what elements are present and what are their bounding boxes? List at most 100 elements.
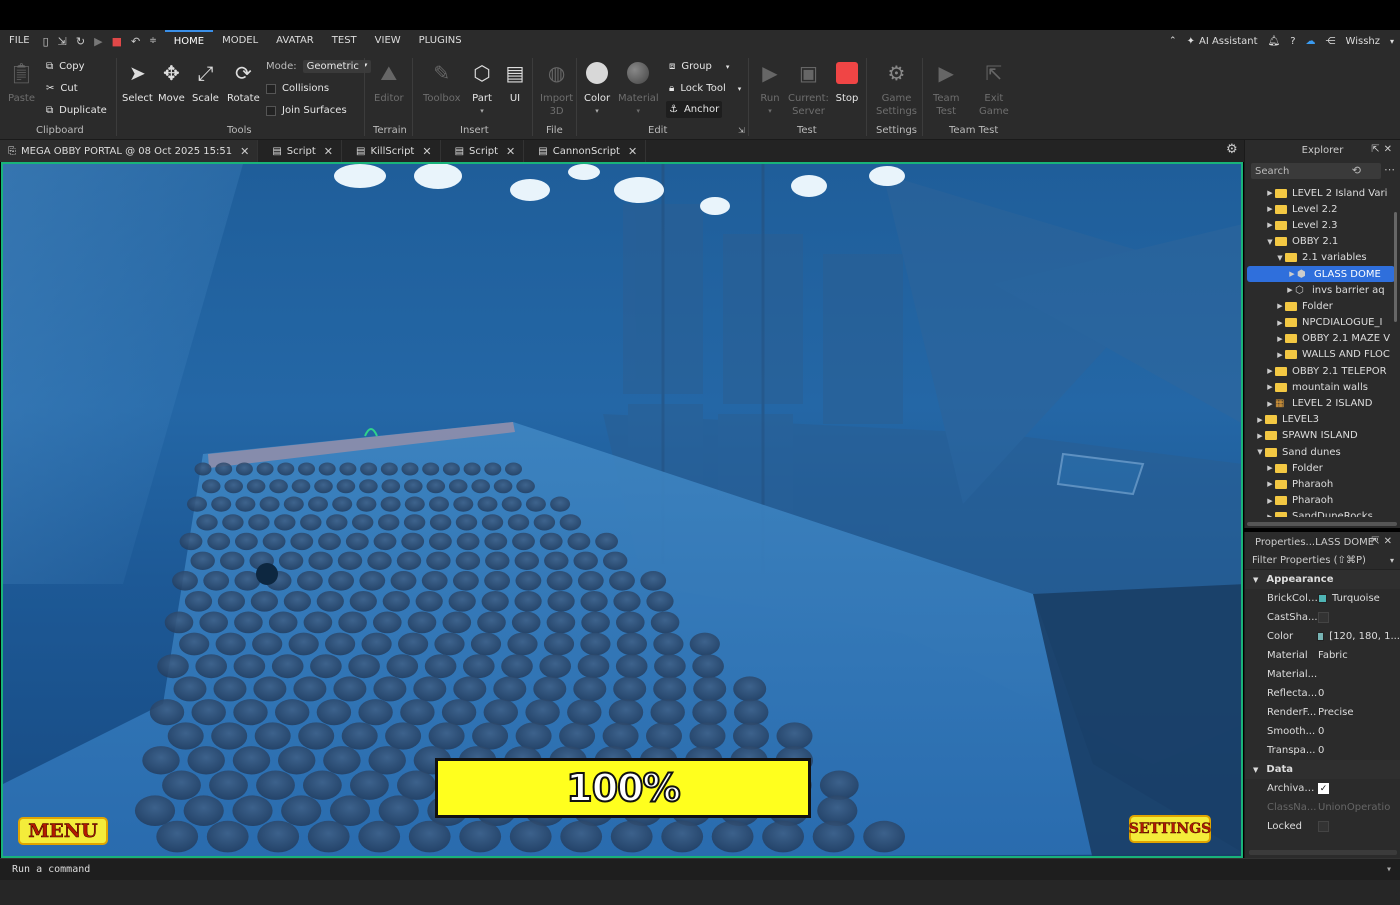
tree-item[interactable]: ▶ ⬡ invs barrier aq <box>1245 282 1395 298</box>
tab-place[interactable]: ⎘ MEGA OBBY PORTAL @ 08 Oct 2025 15:51 ✕ <box>0 140 259 162</box>
group-button[interactable]: ⧈ Group ▾ <box>669 61 729 72</box>
game-viewport[interactable]: 100% MENU SETTINGS <box>1 162 1243 858</box>
tab-view[interactable]: VIEW <box>366 30 410 52</box>
chevron-right-icon[interactable]: ▶ <box>1265 205 1275 213</box>
chevron-down-icon[interactable]: ▾ <box>1386 864 1392 875</box>
tree-item[interactable]: ▶ Pharaoh <box>1245 493 1395 509</box>
property-value[interactable]: UnionOperatio <box>1318 802 1390 813</box>
tree-item[interactable]: ▶ OBBY 2.1 TELEPOR <box>1245 363 1395 379</box>
panel-controls[interactable]: ⇱✕ <box>1371 536 1396 547</box>
property-category[interactable]: ▼ Data <box>1245 760 1400 779</box>
chevron-down-icon[interactable]: ▼ <box>1265 238 1275 246</box>
exit-game-button[interactable]: ⇱ Exit Game <box>979 60 1009 118</box>
property-value[interactable]: Fabric <box>1318 650 1348 661</box>
duplicate-button[interactable]: ⧉ Duplicate <box>46 105 107 116</box>
chevron-right-icon[interactable]: ▶ <box>1275 335 1285 343</box>
property-row[interactable]: Transpa... 0 <box>1245 741 1400 760</box>
chevron-right-icon[interactable]: ▶ <box>1265 383 1275 391</box>
ai-assistant-button[interactable]: AI Assistant <box>1199 36 1258 47</box>
chevron-right-icon[interactable]: ▶ <box>1287 270 1297 278</box>
tree-item[interactable]: ▶ WALLS AND FLOC <box>1245 347 1395 363</box>
current-server-button[interactable]: ▣ Current: Server <box>788 60 829 118</box>
tree-item[interactable]: ▶ OBBY 2.1 MAZE V <box>1245 331 1395 347</box>
chevron-right-icon[interactable]: ▶ <box>1265 497 1275 505</box>
tree-item[interactable]: ▶ mountain walls <box>1245 379 1395 395</box>
more-icon[interactable]: ⋯ <box>1384 163 1395 176</box>
gear-icon[interactable]: ⚙ <box>1226 142 1238 157</box>
tree-item[interactable]: ▶ Folder <box>1245 460 1395 476</box>
property-row[interactable]: Locked <box>1245 817 1400 836</box>
property-row[interactable]: Material Fabric <box>1245 646 1400 665</box>
stop-button[interactable]: Stop <box>834 60 860 105</box>
tree-item[interactable]: ▼ Sand dunes <box>1245 444 1395 460</box>
undo-icon[interactable]: ↶ <box>131 35 140 48</box>
property-row[interactable]: Reflecta... 0 <box>1245 684 1400 703</box>
copy-button[interactable]: ⧉ Copy <box>46 61 85 72</box>
notification-icon[interactable]: 🔔︎ <box>1268 36 1281 47</box>
checkbox[interactable] <box>1318 821 1329 832</box>
tab-script-2[interactable]: ▤ Script ✕ <box>441 140 525 162</box>
chevron-right-icon[interactable]: ▶ <box>1275 319 1285 327</box>
close-icon[interactable]: ✕ <box>506 145 515 158</box>
file-menu[interactable]: FILE <box>0 30 39 52</box>
scale-tool[interactable]: ⤢ Scale <box>192 60 219 105</box>
property-row[interactable]: Color [120, 180, 1... <box>1245 627 1400 646</box>
move-tool[interactable]: ✥ Move <box>158 60 185 105</box>
cloud-icon[interactable]: ☁ <box>1306 36 1316 47</box>
property-value[interactable]: 0 <box>1318 745 1324 756</box>
explorer-scrollbar[interactable] <box>1394 212 1397 322</box>
chevron-right-icon[interactable]: ▶ <box>1255 416 1265 424</box>
share-icon[interactable]: ⋲ <box>1326 36 1336 47</box>
color-swatch[interactable] <box>1316 632 1325 641</box>
tab-home[interactable]: HOME <box>164 30 214 52</box>
sparkle-icon[interactable]: ✦ <box>1187 36 1195 47</box>
chevron-right-icon[interactable]: ▶ <box>1285 286 1295 294</box>
stop-icon[interactable]: ■ <box>112 35 122 48</box>
chevron-right-icon[interactable]: ▶ <box>1265 513 1275 517</box>
terrain-editor-button[interactable]: ⛰ Editor <box>374 60 404 105</box>
property-value[interactable]: 0 <box>1318 726 1324 737</box>
property-value[interactable]: Turquoise <box>1318 593 1380 604</box>
chevron-right-icon[interactable]: ▶ <box>1275 302 1285 310</box>
select-tool[interactable]: ➤ Select <box>122 60 153 105</box>
property-row[interactable]: ClassNa... UnionOperatio <box>1245 798 1400 817</box>
chevron-down-icon[interactable]: ▼ <box>1275 254 1285 262</box>
redo-arrow-icon[interactable]: ↻ <box>76 35 85 48</box>
collapse-ribbon-icon[interactable]: ⌃ <box>1169 36 1177 46</box>
explorer-search-input[interactable]: Search ⟲ ⋯ <box>1251 163 1395 179</box>
history-icon[interactable]: ⟲ <box>1352 164 1361 177</box>
part-button[interactable]: ⬡ Part ▾ <box>469 60 495 118</box>
property-row[interactable]: RenderF... Precise <box>1245 703 1400 722</box>
edit-expand-icon[interactable]: ⇲ <box>738 126 745 135</box>
chevron-right-icon[interactable]: ▶ <box>1275 351 1285 359</box>
chevron-right-icon[interactable]: ▶ <box>1265 480 1275 488</box>
user-menu[interactable]: Wisshz <box>1346 36 1380 47</box>
game-settings-button[interactable]: ⚙ Game Settings <box>876 60 917 118</box>
tab-model[interactable]: MODEL <box>213 30 267 52</box>
tab-script[interactable]: ▤ Script ✕ <box>258 140 342 162</box>
ui-button[interactable]: ▤ UI <box>502 60 528 105</box>
property-row[interactable]: BrickColor Turquoise <box>1245 589 1400 608</box>
play-icon[interactable]: ▶ <box>94 35 102 48</box>
property-value[interactable]: Precise <box>1318 707 1354 718</box>
tree-item[interactable]: ▶ NPCDIALOGUE_I <box>1245 315 1395 331</box>
chevron-right-icon[interactable]: ▶ <box>1265 189 1275 197</box>
chevron-down-icon[interactable]: ▾ <box>1390 556 1394 565</box>
tab-test[interactable]: TEST <box>323 30 366 52</box>
properties-hscrollbar[interactable] <box>1249 850 1397 855</box>
lock-tool-button[interactable]: 🔒︎ Lock Tool ▾ <box>669 83 741 94</box>
import-3d-button[interactable]: ◍ Import 3D <box>540 60 573 118</box>
close-icon[interactable]: ✕ <box>628 145 637 158</box>
toolbox-button[interactable]: ✎ Toolbox <box>423 60 461 105</box>
checkbox[interactable] <box>1318 612 1329 623</box>
chevron-right-icon[interactable]: ▶ <box>1265 400 1275 408</box>
property-row[interactable]: Material... <box>1245 665 1400 684</box>
chevron-down-icon[interactable]: ▼ <box>1253 766 1258 774</box>
tree-item[interactable]: ▶ ⬢ GLASS DOME <box>1247 265 1395 283</box>
command-bar[interactable]: Run a command ▾ <box>0 858 1400 880</box>
help-icon[interactable]: ? <box>1290 36 1295 47</box>
chevron-down-icon[interactable]: ▾ <box>1390 37 1394 46</box>
tree-item[interactable]: ▼ OBBY 2.1 <box>1245 234 1395 250</box>
open-file-icon[interactable]: ⇲ <box>58 35 67 48</box>
more-icon[interactable]: ≑ <box>149 36 157 46</box>
